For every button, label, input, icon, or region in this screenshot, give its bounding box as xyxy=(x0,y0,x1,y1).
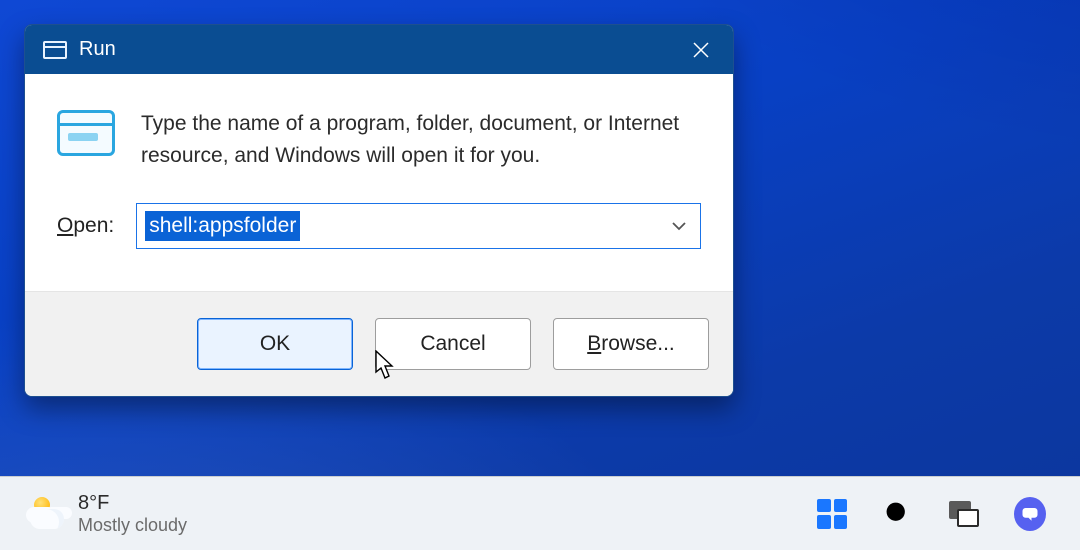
run-dialog: Run Type the name of a program, folder, … xyxy=(24,24,734,397)
start-button[interactable] xyxy=(816,498,848,530)
cancel-button[interactable]: Cancel xyxy=(375,318,531,370)
run-icon xyxy=(57,110,115,156)
dialog-body: Type the name of a program, folder, docu… xyxy=(25,74,733,291)
ok-button-label: OK xyxy=(260,332,290,356)
weather-icon xyxy=(30,497,64,531)
weather-condition: Mostly cloudy xyxy=(78,515,187,536)
cancel-button-label: Cancel xyxy=(420,332,485,356)
open-combobox[interactable]: shell:appsfolder xyxy=(136,203,701,249)
open-label: Open: xyxy=(57,214,114,238)
task-view-icon xyxy=(949,501,979,527)
open-input-value: shell:appsfolder xyxy=(145,211,300,240)
run-title-icon xyxy=(43,41,67,59)
task-view-button[interactable] xyxy=(948,498,980,530)
search-icon xyxy=(882,498,914,530)
weather-temperature: 8°F xyxy=(78,492,187,515)
desktop: Run Type the name of a program, folder, … xyxy=(0,0,1080,550)
dialog-footer: OK Cancel Browse... xyxy=(25,291,733,396)
browse-button-label: Browse... xyxy=(587,332,675,356)
dialog-description: Type the name of a program, folder, docu… xyxy=(141,108,701,171)
chat-button[interactable] xyxy=(1014,498,1046,530)
titlebar[interactable]: Run xyxy=(25,25,733,74)
taskbar-weather[interactable]: 8°F Mostly cloudy xyxy=(30,492,187,536)
chevron-down-icon xyxy=(670,217,688,235)
browse-button[interactable]: Browse... xyxy=(553,318,709,370)
ok-button[interactable]: OK xyxy=(197,318,353,370)
window-title: Run xyxy=(79,38,116,61)
taskbar-search-button[interactable] xyxy=(882,498,914,530)
close-button[interactable] xyxy=(675,25,727,74)
close-icon xyxy=(692,41,710,59)
windows-logo-icon xyxy=(817,499,847,529)
chat-icon xyxy=(1014,497,1046,531)
taskbar: 8°F Mostly cloudy xyxy=(0,476,1080,550)
